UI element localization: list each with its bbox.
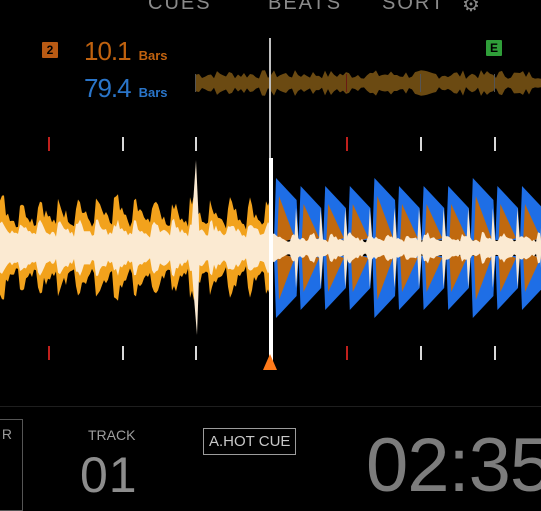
playhead-upper-line (269, 38, 271, 158)
waveform-display[interactable] (0, 0, 541, 406)
beat-tick-bottom (346, 346, 348, 360)
left-mode-label: R (1, 426, 12, 442)
time-display: 02:35 (366, 423, 541, 508)
track-number: 01 (80, 447, 138, 503)
beat-tick-top (195, 137, 197, 151)
waveform-transient (190, 160, 200, 335)
waveform-right-core (272, 231, 541, 264)
beat-tick-top (122, 137, 124, 151)
playhead-triangle-icon (263, 354, 277, 370)
track-label: TRACK (88, 427, 136, 443)
beat-tick-bottom (122, 346, 124, 360)
beat-tick-bottom (420, 346, 422, 360)
beat-tick-top (346, 137, 348, 151)
auto-hot-cue-button[interactable]: A.HOT CUE (203, 428, 297, 455)
overview-beat-tick (420, 74, 421, 92)
overview-beat-tick (494, 74, 495, 92)
beat-tick-top (494, 137, 496, 151)
overview-beat-tick (346, 74, 347, 92)
beat-tick-top (48, 137, 50, 151)
beat-tick-bottom (48, 346, 50, 360)
playhead-line (269, 158, 273, 368)
overview-waveform (196, 70, 541, 96)
beat-tick-bottom (195, 346, 197, 360)
beat-tick-top (420, 137, 422, 151)
beat-tick-bottom (494, 346, 496, 360)
left-mode-box[interactable]: R (0, 419, 23, 511)
waveform-left-inner (0, 218, 270, 277)
overview-beat-tick (195, 74, 196, 92)
